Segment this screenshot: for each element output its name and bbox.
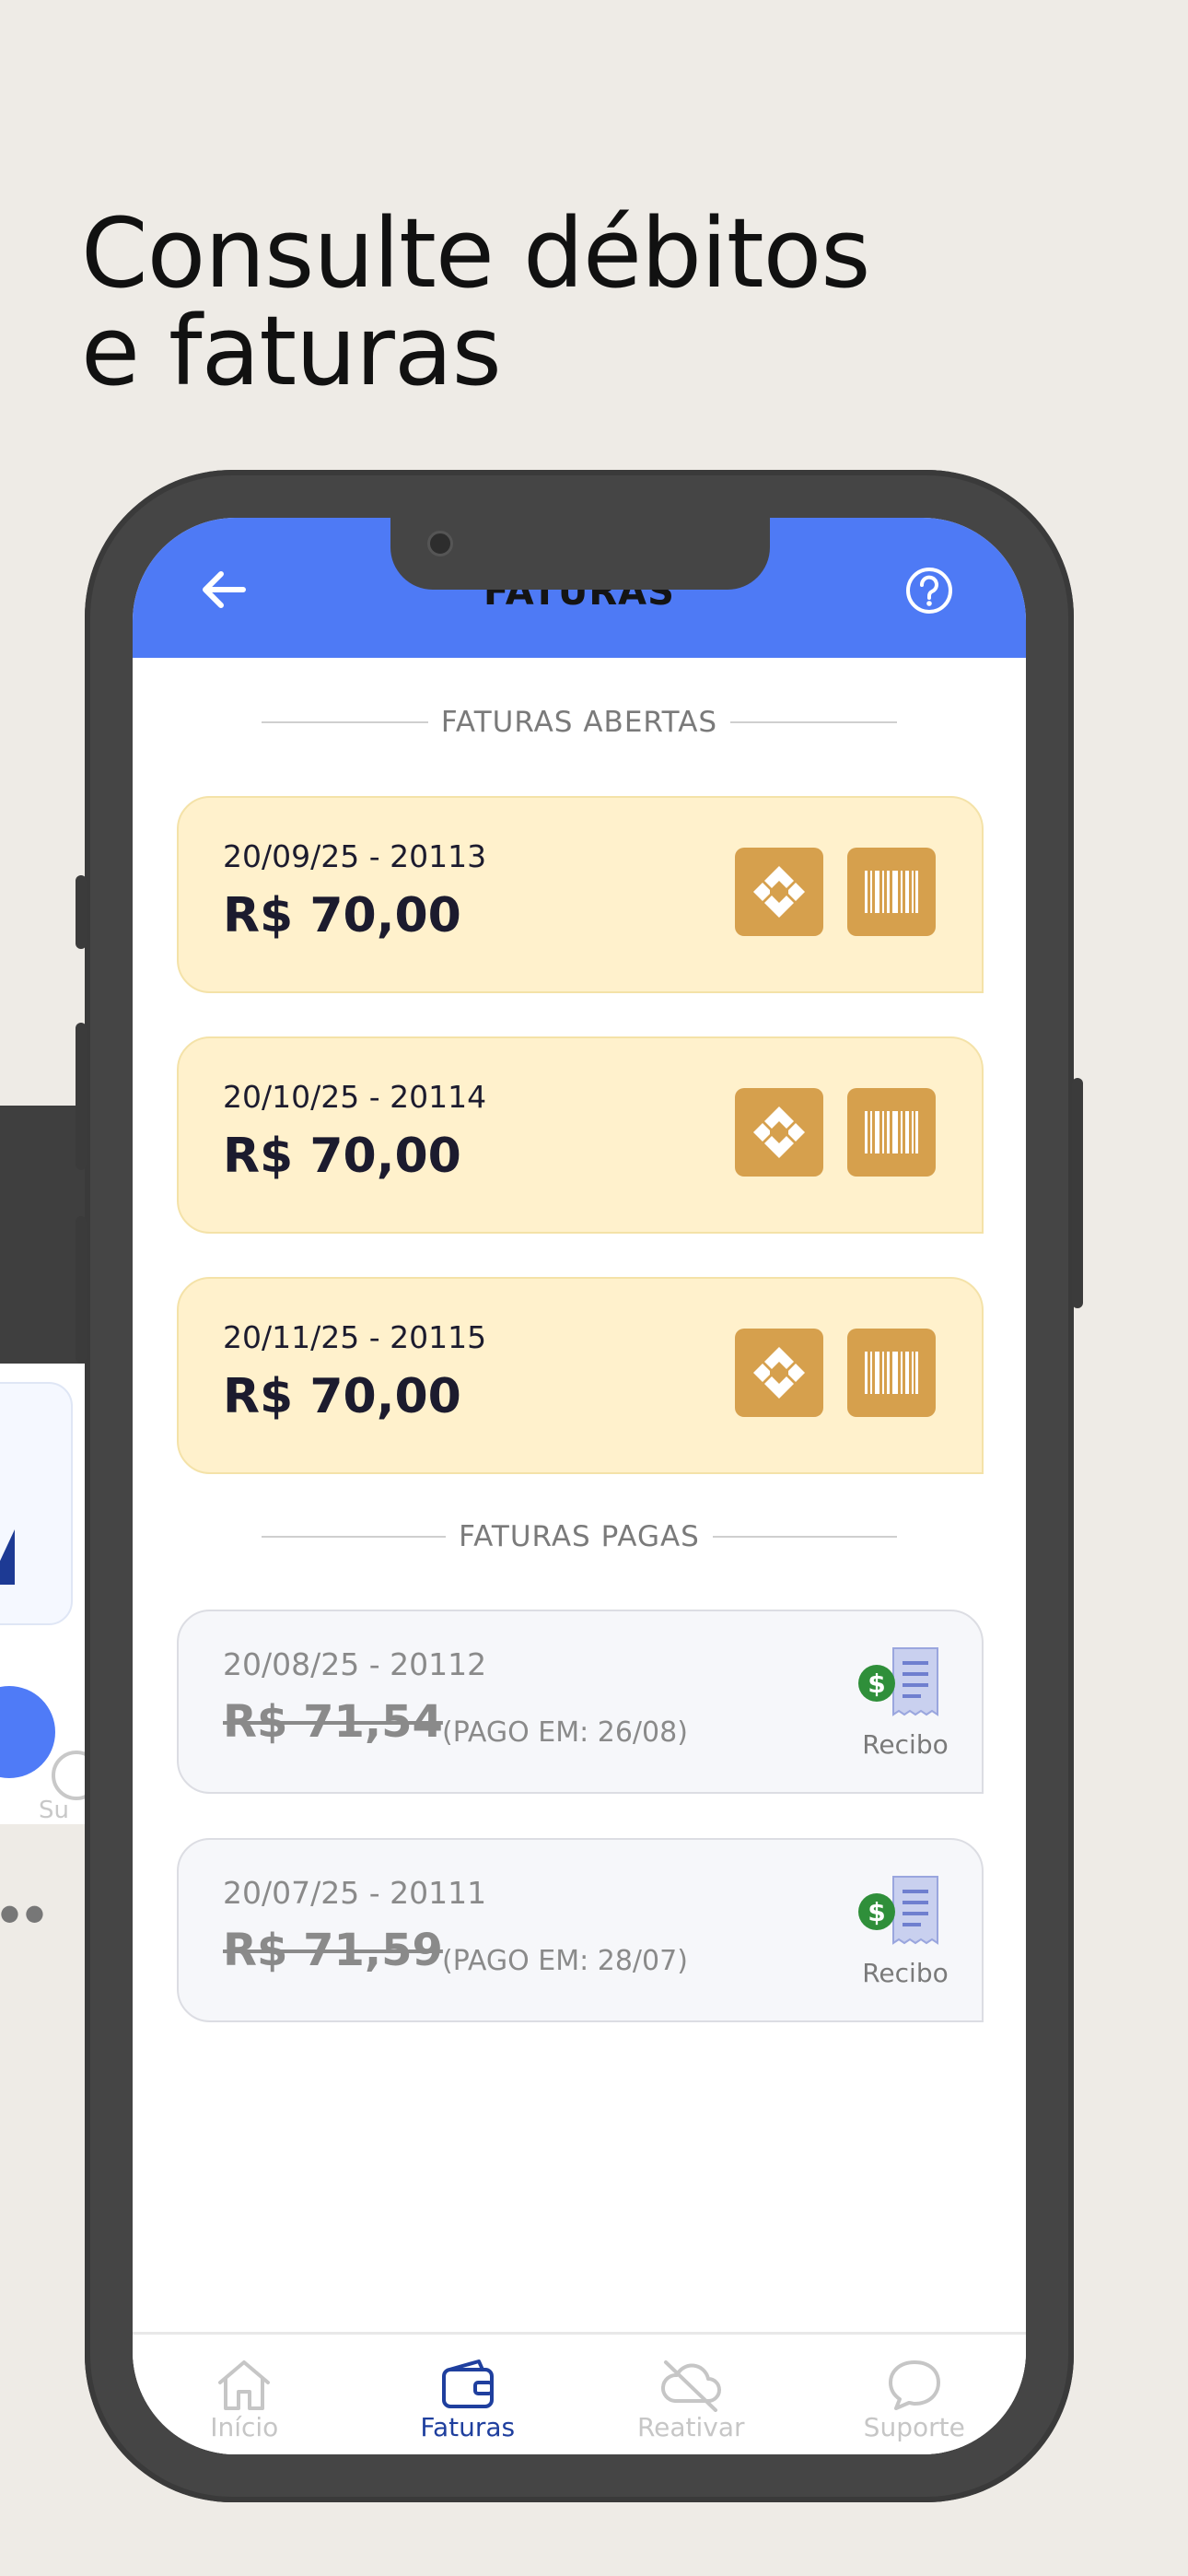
- invoice-date-id: 20/10/25 - 20114: [223, 1079, 487, 1115]
- phone-frame: FATURAS FATURAS ABERTAS 20/09/25 - 20113…: [76, 470, 1083, 2502]
- receipt-label: Recibo: [862, 1729, 949, 1760]
- paid-invoices-divider: FATURAS PAGAS: [262, 1520, 897, 1553]
- invoice-date-id: 20/11/25 - 20115: [223, 1319, 487, 1355]
- pix-button[interactable]: [735, 848, 823, 936]
- phone-volume-down: [76, 1216, 87, 1364]
- app-screen: FATURAS FATURAS ABERTAS 20/09/25 - 20113…: [133, 518, 1026, 2454]
- receipt-button[interactable]: $ Recibo: [855, 1873, 956, 1993]
- tab-label: Reativar: [636, 2412, 745, 2442]
- pix-icon: [753, 1347, 805, 1399]
- barcode-icon: [865, 1352, 918, 1394]
- receipt-button[interactable]: $ Recibo: [855, 1645, 956, 1764]
- promo-headline: Consulte débitos e faturas: [81, 205, 870, 400]
- tab-label: Suporte: [863, 2412, 965, 2442]
- open-invoices-divider: FATURAS ABERTAS: [262, 706, 898, 739]
- open-invoices-heading: FATURAS ABERTAS: [440, 706, 718, 739]
- paid-invoice-card[interactable]: 20/07/25 - 20111 R$ 71,59 (PAGO EM: 28/0…: [177, 1838, 984, 2022]
- cloud-off-icon: [661, 2360, 722, 2412]
- pix-button[interactable]: [735, 1329, 823, 1417]
- svg-text:$: $: [868, 1897, 885, 1927]
- invoice-date-id: 20/07/25 - 20111: [223, 1875, 487, 1911]
- back-button[interactable]: [197, 562, 252, 617]
- home-icon: [218, 2360, 271, 2410]
- promo-headline-line-1: Consulte débitos: [81, 197, 870, 310]
- divider-line: [262, 721, 428, 723]
- tab-inicio[interactable]: Início: [133, 2335, 356, 2454]
- open-invoice-card[interactable]: 20/11/25 - 20115 R$ 70,00: [177, 1277, 984, 1474]
- phone-notch: [390, 518, 770, 590]
- pix-icon: [753, 1107, 805, 1158]
- svg-text:$: $: [868, 1669, 885, 1699]
- invoice-amount: R$ 70,00: [223, 888, 461, 943]
- pix-icon: [753, 866, 805, 918]
- barcode-icon: [865, 871, 918, 913]
- divider-line: [730, 721, 898, 723]
- tab-label: Faturas: [420, 2412, 516, 2442]
- tab-label: Início: [210, 2412, 279, 2442]
- paid-invoices-heading: FATURAS PAGAS: [459, 1520, 700, 1553]
- tab-faturas[interactable]: Faturas: [356, 2335, 580, 2454]
- phone-power-button: [1072, 1078, 1083, 1308]
- content-sheet: FATURAS ABERTAS 20/09/25 - 20113 R$ 70,0…: [133, 658, 1026, 2454]
- bottom-tab-bar: Início Faturas Reativar Suporte: [133, 2332, 1026, 2454]
- divider-line: [262, 1536, 447, 1538]
- divider-line: [712, 1536, 897, 1538]
- camera-icon: [427, 531, 453, 556]
- tab-suporte[interactable]: Suporte: [803, 2335, 1027, 2454]
- phone-mute-switch: [76, 875, 87, 949]
- tab-reativar[interactable]: Reativar: [579, 2335, 803, 2454]
- invoice-amount: R$ 70,00: [223, 1129, 461, 1184]
- background-phone-speaker-dots: ●●: [0, 1900, 50, 1926]
- receipt-label: Recibo: [862, 1958, 949, 1988]
- invoice-date-id: 20/09/25 - 20113: [223, 838, 487, 874]
- invoice-date-id: 20/08/25 - 20112: [223, 1646, 487, 1682]
- invoice-amount-paid: R$ 71,54: [223, 1696, 443, 1748]
- background-phone-card: [0, 1382, 73, 1625]
- background-phone-tab-label: Su: [39, 1797, 69, 1824]
- receipt-dollar-icon: $: [858, 1876, 938, 1945]
- paid-on-date: (PAGO EM: 26/08): [442, 1716, 688, 1749]
- paid-invoice-card[interactable]: 20/08/25 - 20112 R$ 71,54 (PAGO EM: 26/0…: [177, 1610, 984, 1794]
- open-invoice-card[interactable]: 20/10/25 - 20114 R$ 70,00: [177, 1036, 984, 1234]
- question-circle-icon: [906, 568, 952, 614]
- open-invoice-card[interactable]: 20/09/25 - 20113 R$ 70,00: [177, 796, 984, 993]
- arrow-left-icon: [203, 571, 246, 608]
- invoice-amount: R$ 70,00: [223, 1369, 461, 1424]
- chat-bubble-icon: [888, 2360, 940, 2410]
- barcode-button[interactable]: [847, 1088, 936, 1177]
- invoice-amount-paid: R$ 71,59: [223, 1925, 443, 1976]
- pix-button[interactable]: [735, 1088, 823, 1177]
- barcode-icon: [865, 1111, 918, 1153]
- paid-on-date: (PAGO EM: 28/07): [442, 1945, 688, 1977]
- barcode-button[interactable]: [847, 1329, 936, 1417]
- promo-headline-line-2: e faturas: [81, 295, 502, 407]
- barcode-button[interactable]: [847, 848, 936, 936]
- help-button[interactable]: [904, 566, 954, 615]
- wallet-icon: [441, 2359, 494, 2408]
- receipt-dollar-icon: $: [858, 1647, 938, 1716]
- phone-volume-up: [76, 1023, 87, 1170]
